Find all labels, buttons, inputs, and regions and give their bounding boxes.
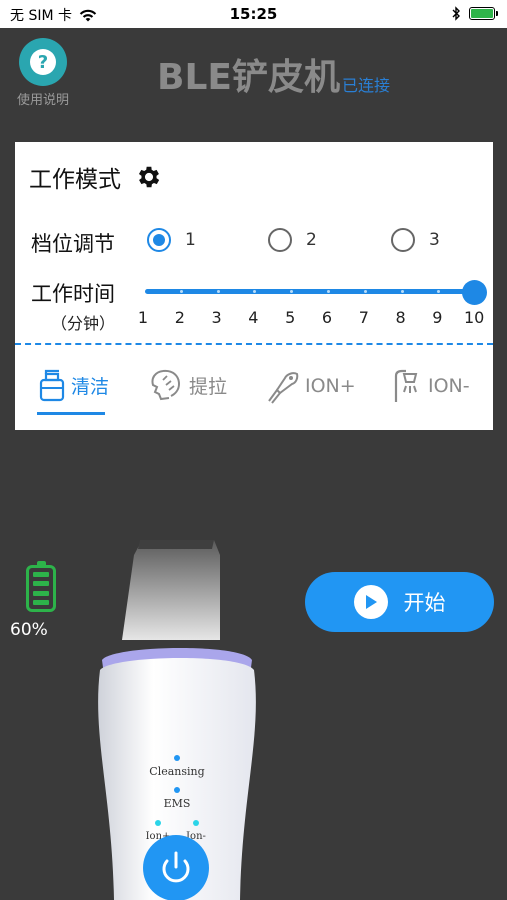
mode-row: 工作模式 xyxy=(29,160,163,194)
app-title: BLE铲皮机 xyxy=(157,57,340,98)
tab-cleansing[interactable]: 清洁 xyxy=(37,368,109,402)
slider-step-dot xyxy=(216,290,220,293)
tab-ion-minus[interactable]: ION- xyxy=(390,368,470,404)
slider-tick-label: 8 xyxy=(395,308,406,327)
bottle-icon xyxy=(39,369,65,402)
start-button[interactable]: 开始 xyxy=(305,572,494,632)
tab-label: ION- xyxy=(428,375,470,397)
bluetooth-icon xyxy=(452,6,460,21)
level-option-1[interactable]: 1 xyxy=(147,228,196,252)
tab-lift[interactable]: 提拉 xyxy=(149,368,227,402)
device-label-ems: EMS xyxy=(164,797,191,810)
battery-charging-icon xyxy=(469,7,498,20)
mode-title: 工作模式 xyxy=(29,167,121,193)
slider-tick-label: 3 xyxy=(211,308,222,327)
start-label: 开始 xyxy=(403,591,446,615)
level-label: 档位调节 xyxy=(31,232,115,256)
gear-icon[interactable] xyxy=(135,163,163,191)
tab-label: ION+ xyxy=(305,375,356,397)
radio-button-selected[interactable] xyxy=(147,228,171,252)
help-button[interactable]: ? 使用说明 xyxy=(12,38,74,108)
help-label: 使用说明 xyxy=(16,93,69,108)
slider-step-dot xyxy=(400,290,404,293)
play-icon xyxy=(353,585,388,619)
slider-step-dot xyxy=(179,290,183,293)
status-time: 15:25 xyxy=(229,5,278,23)
work-time-unit: （分钟） xyxy=(51,314,116,333)
level-option-label: 3 xyxy=(429,230,440,250)
level-option-2[interactable]: 2 xyxy=(268,228,317,252)
work-time-label: 工作时间 xyxy=(31,282,115,306)
face-lift-icon xyxy=(151,369,181,401)
battery-percent: 60% xyxy=(10,620,48,640)
slider-tick-label: 5 xyxy=(285,308,296,327)
status-right xyxy=(452,6,498,21)
work-time-slider[interactable] xyxy=(143,280,489,305)
tab-label: 清洁 xyxy=(71,375,110,398)
level-option-3[interactable]: 3 xyxy=(391,228,440,252)
slider-step-dot xyxy=(327,290,330,293)
slider-tick-label: 4 xyxy=(248,308,259,327)
slider-tick-label: 1 xyxy=(137,308,149,327)
tab-ion-plus[interactable]: ION+ xyxy=(265,368,356,404)
slider-tick-label: 6 xyxy=(321,308,333,327)
battery-body xyxy=(26,561,56,612)
device-image: Cleansing EMS Ion+ Ion- xyxy=(98,540,256,900)
slider-tick-label: 9 xyxy=(432,308,443,327)
tab-label: 提拉 xyxy=(189,375,228,398)
massager-icon xyxy=(268,372,299,404)
slider-step-dot xyxy=(363,290,367,293)
connection-status: 已连接 xyxy=(341,76,390,95)
settings-card: 工作模式 档位调节 1 2 3 工作时间 （分钟） 1 2 3 4 5 6 7 8 9 10 清洁 xyxy=(15,142,493,430)
active-tab-indicator xyxy=(37,412,105,415)
slider-track[interactable] xyxy=(145,289,477,294)
radio-button[interactable] xyxy=(268,228,292,252)
app-title-area: BLE铲皮机 已连接 xyxy=(157,48,390,100)
device-label-cleansing: Cleansing xyxy=(149,765,204,778)
question-mark: ? xyxy=(30,49,56,75)
slider-tick-label: 7 xyxy=(358,308,369,327)
slider-tick-label: 10 xyxy=(464,308,485,327)
shower-icon xyxy=(394,369,418,402)
status-bar: 无 SIM 卡 15:25 xyxy=(0,0,507,28)
slider-tick-label: 2 xyxy=(174,308,185,327)
level-option-label: 2 xyxy=(306,230,317,250)
slider-thumb[interactable] xyxy=(462,280,488,305)
help-icon: ? xyxy=(19,38,67,86)
divider xyxy=(15,343,493,345)
device-battery-icon xyxy=(22,561,60,612)
level-option-label: 1 xyxy=(185,230,196,250)
radio-button[interactable] xyxy=(391,228,415,252)
